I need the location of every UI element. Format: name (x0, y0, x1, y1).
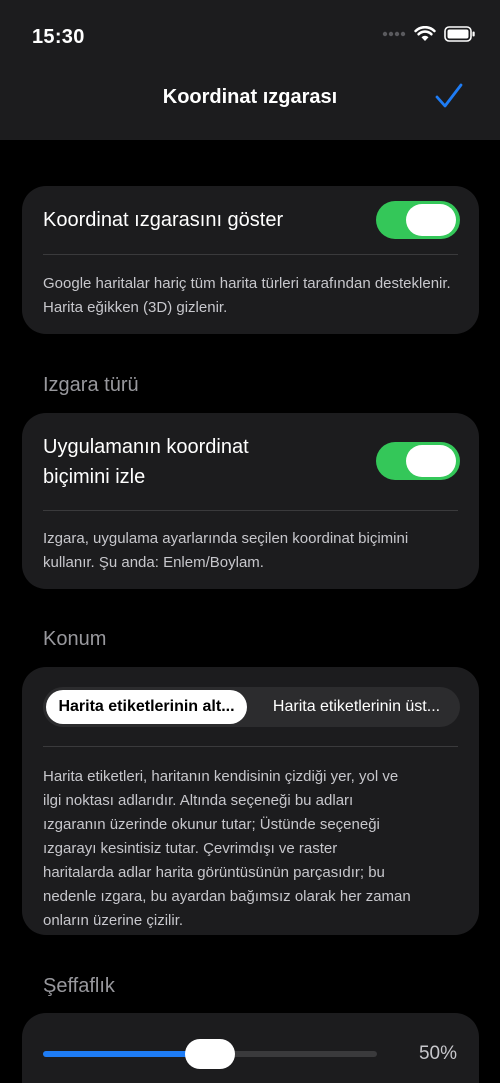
segment-above-labels[interactable]: Harita etiketlerinin üst... (256, 690, 457, 724)
position-footnote-line: nedenle ızgara, bu ayardan bağımsız olar… (43, 888, 411, 905)
show-grid-toggle[interactable] (376, 201, 460, 239)
position-segmented-control: Harita etiketlerinin alt... Harita etike… (43, 687, 460, 727)
show-grid-footnote: Google haritalar hariç tüm harita türler… (43, 275, 451, 316)
position-footnote-line: ızgarayı kesintisiz tutar. Çevrimdışı ve… (43, 840, 338, 857)
follow-format-label-line1: Uygulamanın koordinat (43, 436, 249, 458)
position-footnote-line: ızgaranın üzerinde okunur tutar; Üstünde… (43, 816, 380, 833)
toggle-knob (406, 204, 456, 236)
section-header-opacity: Şeffaflık (43, 975, 115, 997)
segment-below-labels[interactable]: Harita etiketlerinin alt... (46, 690, 247, 724)
position-footnote-line: Harita etiketleri, haritanın kendisinin … (43, 768, 399, 785)
toggle-knob (406, 445, 456, 477)
opacity-slider[interactable] (43, 1039, 377, 1069)
slider-thumb[interactable] (185, 1039, 235, 1069)
status-icons (382, 26, 476, 42)
grid-type-footnote-line1: Izgara, uygulama ayarlarında seçilen koo… (43, 530, 409, 547)
divider (43, 510, 458, 511)
follow-format-label-line2: biçimini izle (43, 466, 146, 488)
position-footnote-line: haritalarda adlar harita görüntüsünün pa… (43, 864, 385, 881)
page-title: Koordinat ızgarası (162, 86, 338, 108)
section-header-grid-type: Izgara türü (43, 374, 139, 396)
nav-bar: Koordinat ızgarası (0, 70, 500, 140)
follow-format-toggle[interactable] (376, 442, 460, 480)
show-grid-label: Koordinat ızgarasını göster (43, 209, 284, 231)
position-footnote-line: onların üzerine çizilir. (43, 912, 184, 929)
section-header-position: Konum (43, 628, 107, 650)
opacity-card: 50% (22, 1013, 479, 1083)
show-grid-card: Koordinat ızgarasını göster Google harit… (22, 186, 479, 334)
grid-type-card: Uygulamanın koordinat biçimini izle Izga… (22, 413, 479, 589)
grid-type-footnote-line2: kullanır. Şu anda: Enlem/Boylam. (43, 554, 264, 571)
divider (43, 746, 458, 747)
position-footnote-line: ilgi noktası adlarıdır. Altında seçeneği… (43, 792, 354, 809)
battery-icon (444, 26, 475, 42)
opacity-value: 50% (418, 1043, 457, 1064)
status-time: 15:30 (32, 26, 85, 48)
position-card: Harita etiketlerinin alt... Harita etike… (22, 667, 479, 935)
signal-dots-icon (382, 31, 406, 37)
status-bar: 15:30 (0, 0, 500, 70)
divider (43, 254, 458, 255)
checkmark-icon[interactable] (434, 82, 464, 112)
wifi-icon (414, 26, 436, 41)
